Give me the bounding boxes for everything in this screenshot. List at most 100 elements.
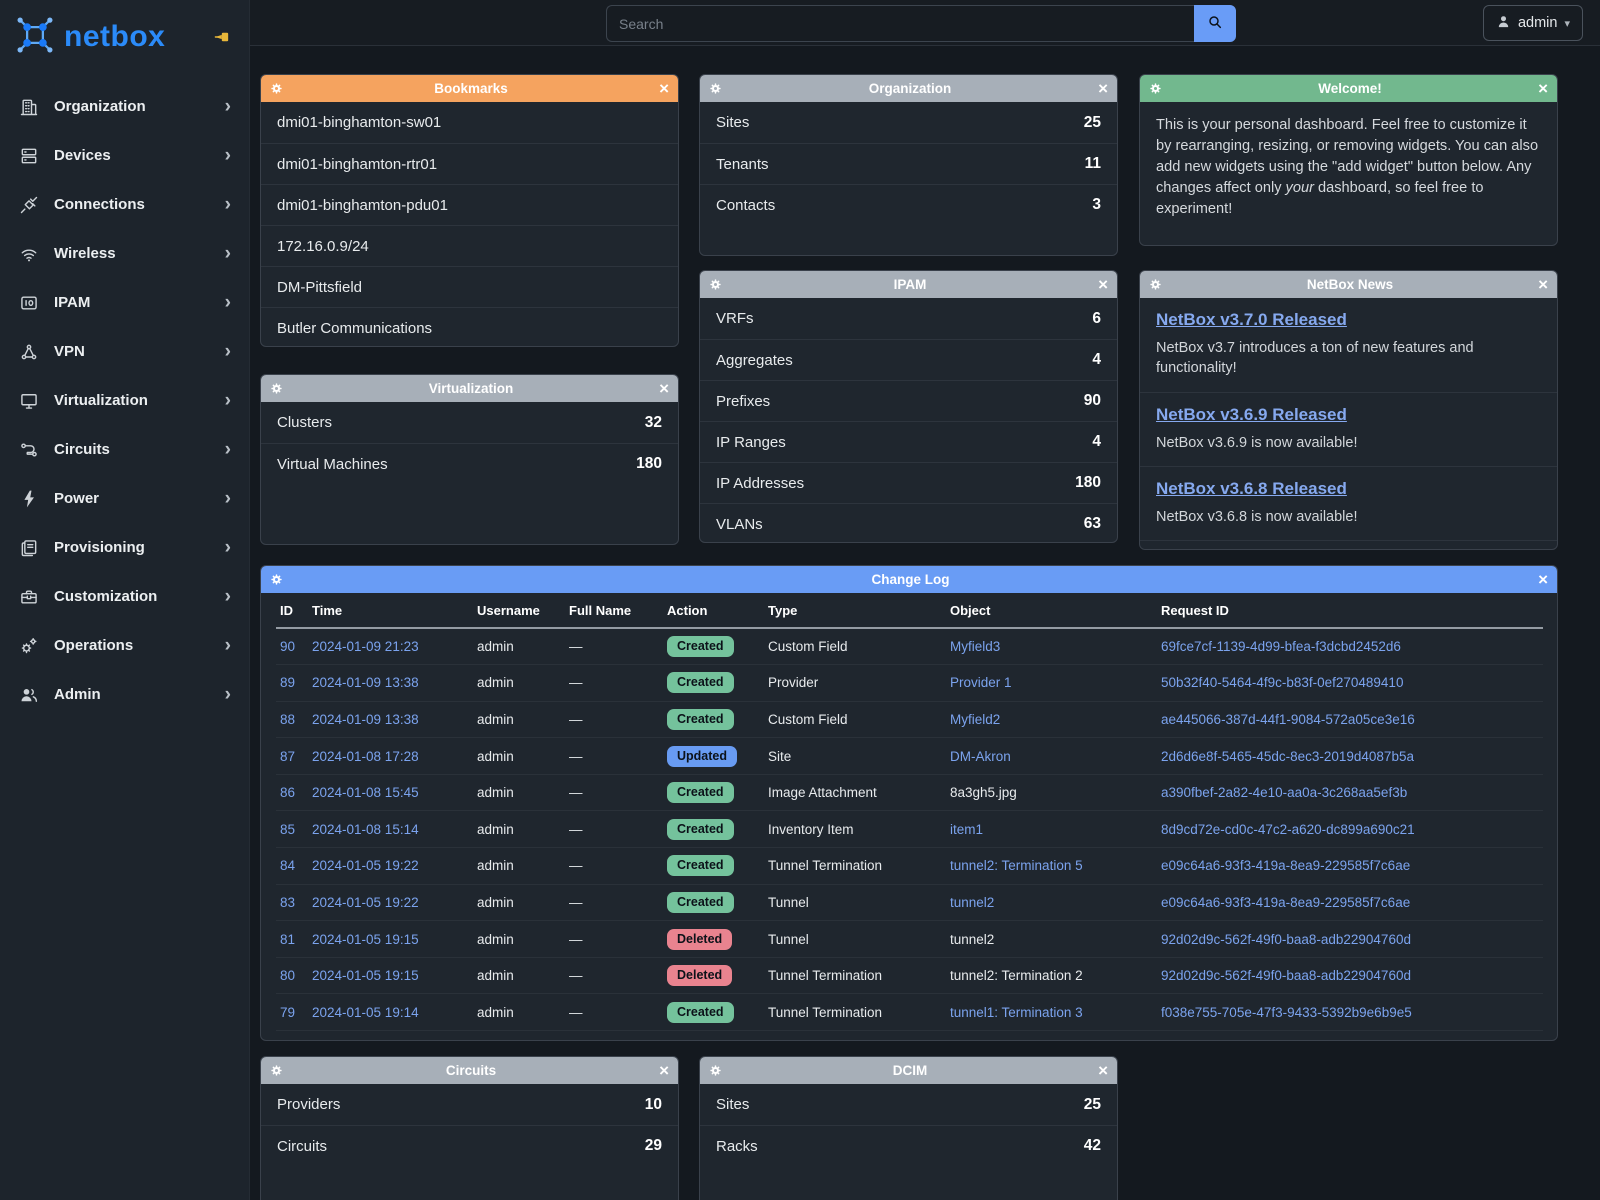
stat-label[interactable]: Clusters xyxy=(277,414,332,431)
change-time-link[interactable]: 2024-01-08 17:28 xyxy=(312,749,419,764)
gear-icon[interactable] xyxy=(1149,278,1162,291)
change-time-link[interactable]: 2024-01-09 13:38 xyxy=(312,675,419,690)
sidebar-item-circuits[interactable]: Circuits › xyxy=(0,425,249,474)
stat-value[interactable]: 63 xyxy=(1084,515,1101,533)
change-object[interactable]: tunnel2 xyxy=(950,895,994,910)
search-button[interactable] xyxy=(1194,5,1236,42)
pin-icon[interactable] xyxy=(214,30,231,49)
stat-label[interactable]: Sites xyxy=(716,1096,749,1113)
bookmark-item[interactable]: 172.16.0.9/24 xyxy=(261,225,678,266)
change-id-link[interactable]: 83 xyxy=(280,895,295,910)
sidebar-item-power[interactable]: Power › xyxy=(0,474,249,523)
change-time-link[interactable]: 2024-01-09 21:23 xyxy=(312,639,419,654)
user-menu-button[interactable]: admin ▾ xyxy=(1483,5,1583,41)
brand-row[interactable]: netbox xyxy=(0,0,249,74)
sidebar-item-customization[interactable]: Customization › xyxy=(0,572,249,621)
request-id-link[interactable]: ae445066-387d-44f1-9084-572a05ce3e16 xyxy=(1161,712,1415,727)
bookmark-item[interactable]: dmi01-binghamton-pdu01 xyxy=(261,184,678,225)
request-id-link[interactable]: 92d02d9c-562f-49f0-baa8-adb22904760d xyxy=(1161,968,1411,983)
stat-value[interactable]: 42 xyxy=(1084,1137,1101,1155)
request-id-link[interactable]: e09c64a6-93f3-419a-8ea9-229585f7c6ae xyxy=(1161,858,1410,873)
sidebar-item-organization[interactable]: Organization › xyxy=(0,82,249,131)
change-id-link[interactable]: 79 xyxy=(280,1005,295,1020)
change-object[interactable]: Provider 1 xyxy=(950,675,1012,690)
close-icon[interactable]: × xyxy=(1538,80,1548,97)
gear-icon[interactable] xyxy=(270,382,283,395)
request-id-link[interactable]: f038e755-705e-47f3-9433-5392b9e6b9e5 xyxy=(1161,1005,1412,1020)
change-time-link[interactable]: 2024-01-05 19:22 xyxy=(312,895,419,910)
gear-icon[interactable] xyxy=(270,1064,283,1077)
sidebar-item-provisioning[interactable]: Provisioning › xyxy=(0,523,249,572)
sidebar-item-virtualization[interactable]: Virtualization › xyxy=(0,376,249,425)
stat-label[interactable]: Sites xyxy=(716,114,749,131)
bookmark-item[interactable]: Butler Communications xyxy=(261,307,678,347)
stat-label[interactable]: VRFs xyxy=(716,310,754,327)
change-time-link[interactable]: 2024-01-05 19:14 xyxy=(312,1005,419,1020)
close-icon[interactable]: × xyxy=(1538,571,1548,588)
stat-value[interactable]: 29 xyxy=(645,1137,662,1155)
sidebar-item-connections[interactable]: Connections › xyxy=(0,180,249,229)
change-time-link[interactable]: 2024-01-08 15:45 xyxy=(312,785,419,800)
request-id-link[interactable]: a390fbef-2a82-4e10-aa0a-3c268aa5ef3b xyxy=(1161,785,1407,800)
change-time-link[interactable]: 2024-01-05 19:22 xyxy=(312,858,419,873)
stat-value[interactable]: 11 xyxy=(1085,155,1101,173)
gear-icon[interactable] xyxy=(270,82,283,95)
change-object[interactable]: tunnel2 xyxy=(950,932,994,947)
change-time-link[interactable]: 2024-01-08 15:14 xyxy=(312,822,419,837)
stat-value[interactable]: 25 xyxy=(1084,1096,1101,1114)
stat-value[interactable]: 25 xyxy=(1084,114,1101,132)
stat-value[interactable]: 180 xyxy=(636,455,662,473)
search-input[interactable] xyxy=(606,5,1194,42)
request-id-link[interactable]: 69fce7cf-1139-4d99-bfea-f3dcbd2452d6 xyxy=(1161,639,1401,654)
change-object[interactable]: 8a3gh5.jpg xyxy=(950,785,1017,800)
change-id-link[interactable]: 87 xyxy=(280,749,295,764)
gear-icon[interactable] xyxy=(1149,82,1162,95)
close-icon[interactable]: × xyxy=(659,80,669,97)
close-icon[interactable]: × xyxy=(1538,276,1548,293)
change-id-link[interactable]: 81 xyxy=(280,932,295,947)
close-icon[interactable]: × xyxy=(1098,80,1108,97)
stat-label[interactable]: Racks xyxy=(716,1138,758,1155)
change-object[interactable]: item1 xyxy=(950,822,983,837)
request-id-link[interactable]: 50b32f40-5464-4f9c-b83f-0ef270489410 xyxy=(1161,675,1403,690)
change-object[interactable]: tunnel2: Termination 2 xyxy=(950,968,1083,983)
change-time-link[interactable]: 2024-01-05 19:15 xyxy=(312,932,419,947)
gear-icon[interactable] xyxy=(709,278,722,291)
change-id-link[interactable]: 89 xyxy=(280,675,295,690)
request-id-link[interactable]: 8d9cd72e-cd0c-47c2-a620-dc899a690c21 xyxy=(1161,822,1415,837)
stat-label[interactable]: IP Ranges xyxy=(716,434,786,451)
stat-label[interactable]: Tenants xyxy=(716,156,769,173)
news-link[interactable]: NetBox v3.6.9 Released xyxy=(1156,405,1541,425)
stat-label[interactable]: Prefixes xyxy=(716,393,770,410)
stat-label[interactable]: VLANs xyxy=(716,516,763,533)
gear-icon[interactable] xyxy=(709,82,722,95)
sidebar-item-admin[interactable]: Admin › xyxy=(0,670,249,719)
close-icon[interactable]: × xyxy=(659,380,669,397)
sidebar-item-devices[interactable]: Devices › xyxy=(0,131,249,180)
close-icon[interactable]: × xyxy=(1098,1062,1108,1079)
stat-value[interactable]: 32 xyxy=(645,414,662,432)
gear-icon[interactable] xyxy=(270,573,283,586)
news-link[interactable]: NetBox v3.7.0 Released xyxy=(1156,310,1541,330)
change-object[interactable]: tunnel1: Termination 3 xyxy=(950,1005,1083,1020)
change-id-link[interactable]: 90 xyxy=(280,639,295,654)
change-id-link[interactable]: 80 xyxy=(280,968,295,983)
stat-value[interactable]: 6 xyxy=(1092,310,1101,328)
sidebar-item-vpn[interactable]: VPN › xyxy=(0,327,249,376)
sidebar-item-operations[interactable]: Operations › xyxy=(0,621,249,670)
sidebar-item-wireless[interactable]: Wireless › xyxy=(0,229,249,278)
change-time-link[interactable]: 2024-01-09 13:38 xyxy=(312,712,419,727)
request-id-link[interactable]: 2d6d6e8f-5465-45dc-8ec3-2019d4087b5a xyxy=(1161,749,1414,764)
change-object[interactable]: Myfield3 xyxy=(950,639,1000,654)
sidebar-item-ipam[interactable]: IPAM › xyxy=(0,278,249,327)
stat-value[interactable]: 90 xyxy=(1084,392,1101,410)
change-id-link[interactable]: 88 xyxy=(280,712,295,727)
stat-value[interactable]: 180 xyxy=(1075,474,1101,492)
stat-label[interactable]: IP Addresses xyxy=(716,475,804,492)
stat-label[interactable]: Virtual Machines xyxy=(277,456,388,473)
change-id-link[interactable]: 84 xyxy=(280,858,295,873)
close-icon[interactable]: × xyxy=(659,1062,669,1079)
brand-wordmark[interactable]: netbox xyxy=(64,20,165,54)
stat-value[interactable]: 4 xyxy=(1092,351,1101,369)
request-id-link[interactable]: 92d02d9c-562f-49f0-baa8-adb22904760d xyxy=(1161,932,1411,947)
